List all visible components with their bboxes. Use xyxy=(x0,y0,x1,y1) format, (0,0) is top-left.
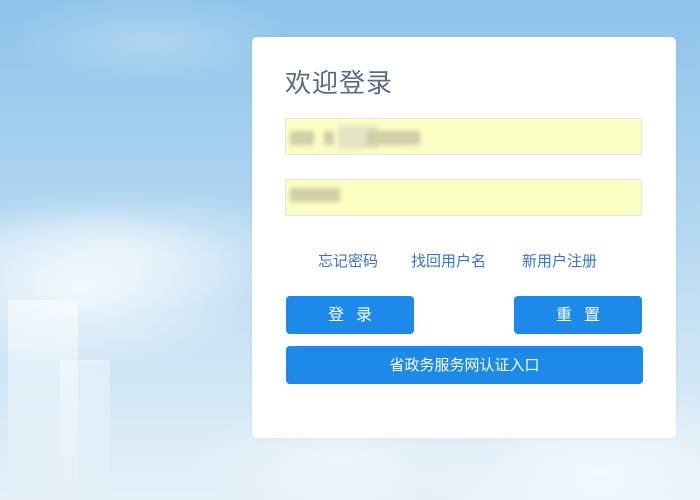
login-title: 欢迎登录 xyxy=(285,69,394,99)
login-panel: 欢迎登录 忘记密码 找回用户名 新用户注册 登录 重置 省政务服务网认证入口 xyxy=(252,37,676,438)
redacted-username-mask xyxy=(290,131,314,145)
redacted-username-mask xyxy=(324,131,334,145)
portal-auth-button[interactable]: 省政务服务网认证入口 xyxy=(286,346,643,384)
reset-button[interactable]: 重置 xyxy=(514,296,642,334)
redacted-username-mask xyxy=(366,131,420,145)
forgot-password-link[interactable]: 忘记密码 xyxy=(318,250,378,271)
login-button[interactable]: 登录 xyxy=(286,296,414,334)
redacted-password-mask xyxy=(290,188,340,202)
recover-username-link[interactable]: 找回用户名 xyxy=(411,250,486,271)
register-link[interactable]: 新用户注册 xyxy=(522,250,597,271)
background-building xyxy=(60,360,110,500)
account-links: 忘记密码 找回用户名 新用户注册 xyxy=(252,250,676,270)
